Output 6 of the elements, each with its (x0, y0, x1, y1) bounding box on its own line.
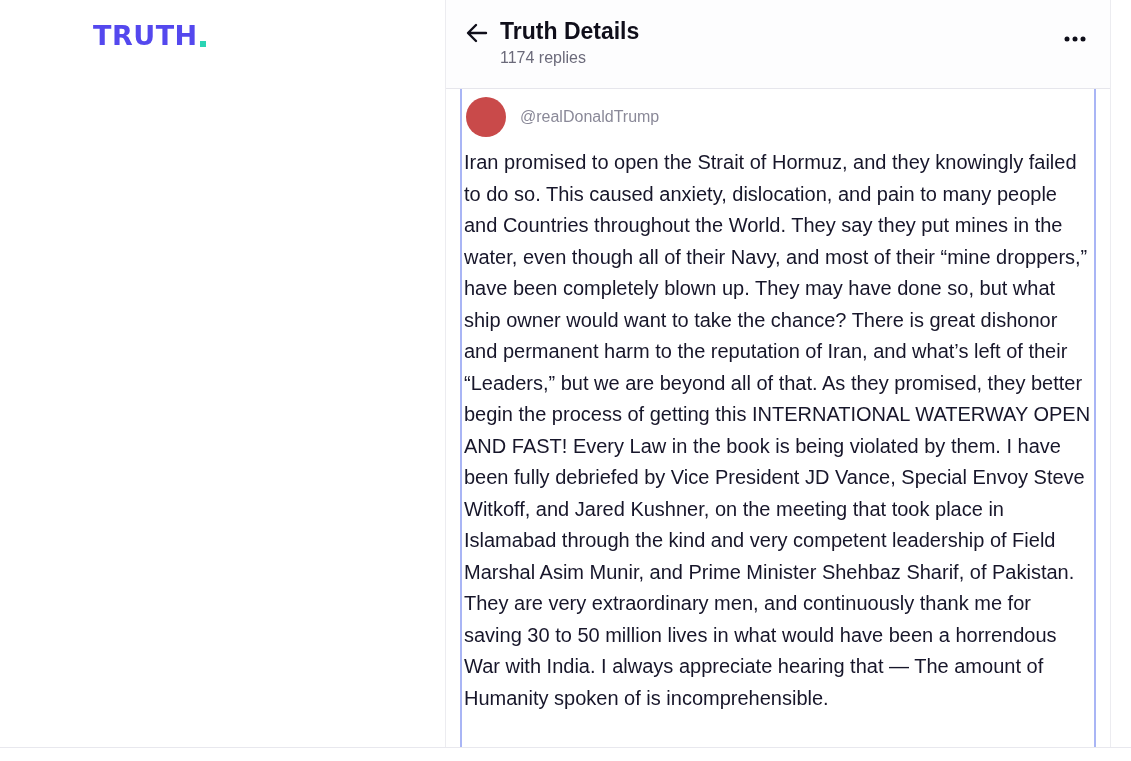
logo[interactable]: TRUTH (93, 22, 198, 49)
avatar[interactable] (466, 97, 506, 137)
reply-count: 1174 replies (500, 49, 587, 67)
page-title: Truth Details (500, 18, 640, 45)
post-text: Iran promised to open the Strait of Hormuz, and they knowingly failed to do so. This caused anxiety, dislocation, and pain to many people and Countries throughout the World. They say they put mines in the water, even though all of their Navy, and most of their “mine droppers,” have been completely blown up. They may have done so, but what ship owner would want to take the chance? There is great dishonor and permanent harm to the reputation of Iran, and what’s left of their “Leaders,” but we are beyond all of that. As they promised, they better begin the process of getting this INTERNATIONAL WATERWAY OPEN AND FAST! Every Law in the book is being violated by them. I have been fully debriefed by Vice President JD Vance, Special Envoy Steve Witkoff, and Jared Kushner, on the meeting that took place in Islamabad through the kind and very competent leadership of Field Marshal Asim Munir, and Prime Minister Shehbaz Sharif, of Pakistan. They are very extraordinary men, and continuously thank me for saving 30 to 50 million lives in what would have been a horrendous War with India. I always appreciate hearing that — The amount of Humanity spoken of is incomprehensible. (464, 150, 1091, 711)
author-handle[interactable]: @realDonaldTrump (520, 108, 660, 126)
